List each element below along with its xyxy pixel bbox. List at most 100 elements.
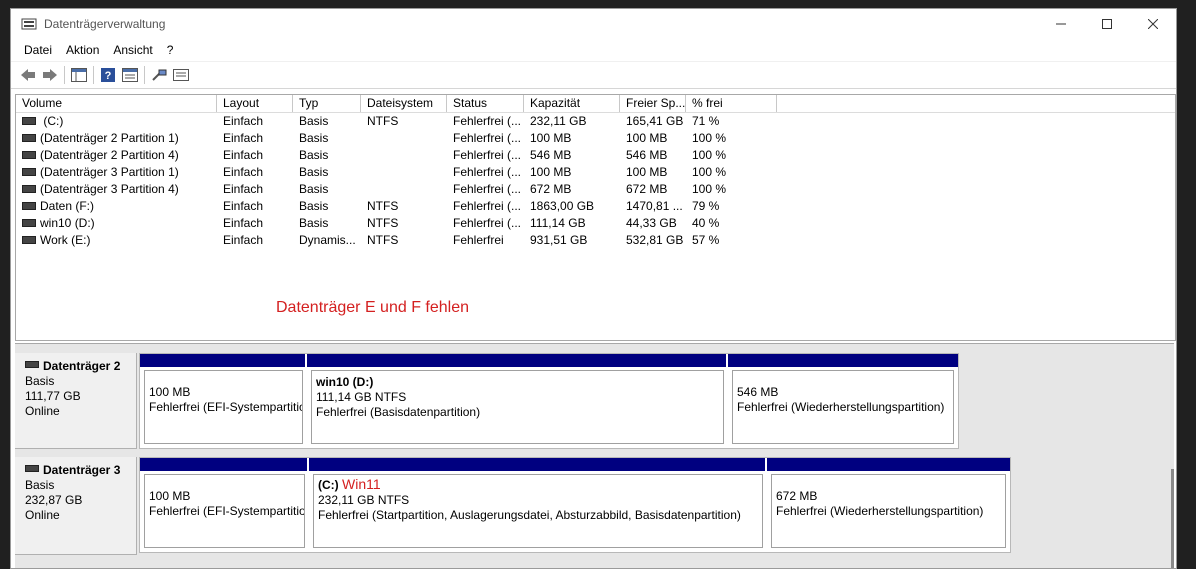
partition-c[interactable]: (C:) Win11 232,11 GB NTFS Fehlerfrei (St…: [309, 458, 767, 552]
volume-icon: [22, 167, 36, 176]
close-button[interactable]: [1130, 9, 1176, 39]
table-row[interactable]: Daten (F:) Einfach Basis NTFS Fehlerfrei…: [16, 198, 1175, 215]
column-percent-free[interactable]: % frei: [686, 95, 777, 112]
disk-3-partitions: 100 MB Fehlerfrei (EFI-Systempartition) …: [139, 457, 1011, 553]
volume-capacity: 100 MB: [530, 131, 572, 145]
volume-name: (Datenträger 2 Partition 1): [40, 131, 179, 145]
volume-capacity: 232,11 GB: [530, 114, 587, 128]
column-layout[interactable]: Layout: [217, 95, 293, 112]
disk-2-label[interactable]: Datenträger 2 Basis 111,77 GB Online: [15, 353, 137, 449]
maximize-button[interactable]: [1084, 9, 1130, 39]
volume-icon: [22, 201, 36, 210]
disk-type: Basis: [25, 478, 55, 492]
volume-capacity: 100 MB: [530, 165, 572, 179]
partition-bar: [140, 458, 309, 471]
volume-free-space: 546 MB: [626, 148, 668, 162]
menu-help[interactable]: ?: [160, 43, 181, 57]
partition-status: Fehlerfrei (EFI-Systempartition): [149, 400, 303, 414]
volume-capacity: 111,14 GB: [530, 216, 586, 230]
menu-action[interactable]: Aktion: [59, 43, 106, 57]
disk-graphical-view: Datenträger 2 Basis 111,77 GB Online 100…: [15, 343, 1174, 568]
toolbar-separator: [64, 66, 65, 84]
column-header-row: Volume Layout Typ Dateisystem Status Kap…: [16, 95, 1175, 113]
partition-recovery[interactable]: 546 MB Fehlerfrei (Wiederherstellungspar…: [728, 354, 958, 448]
volume-layout: Einfach: [223, 114, 264, 128]
vertical-scrollbar[interactable]: [1171, 469, 1174, 568]
table-row[interactable]: (C:) Einfach Basis NTFS Fehlerfrei (... …: [16, 113, 1175, 130]
volume-icon: [22, 133, 36, 142]
volume-name: win10 (D:): [40, 216, 95, 230]
volume-free-space: 100 MB: [626, 165, 668, 179]
menu-bar: Datei Aktion Ansicht ?: [11, 39, 1176, 61]
partition-size: 111,14 GB NTFS: [316, 390, 407, 404]
forward-button[interactable]: [39, 64, 61, 86]
disk-status: Online: [25, 404, 60, 418]
column-free-space[interactable]: Freier Sp...: [620, 95, 686, 112]
volume-icon: [22, 218, 36, 227]
table-row[interactable]: (Datenträger 3 Partition 1) Einfach Basi…: [16, 164, 1175, 181]
volume-icon: [22, 235, 36, 244]
volume-name: (Datenträger 3 Partition 1): [40, 165, 179, 179]
partition-name: (C:): [318, 478, 339, 492]
annotation-win11: Win11: [342, 476, 381, 492]
partition-size: 672 MB: [776, 489, 818, 503]
volume-status: Fehlerfrei: [453, 233, 504, 247]
volume-name: (C:): [40, 114, 64, 128]
column-status[interactable]: Status: [447, 95, 524, 112]
column-filesystem[interactable]: Dateisystem: [361, 95, 447, 112]
volume-type: Dynamis...: [299, 233, 356, 247]
partition-status: Fehlerfrei (Wiederherstellungspartition): [737, 400, 945, 414]
table-row[interactable]: (Datenträger 2 Partition 4) Einfach Basi…: [16, 147, 1175, 164]
volume-icon: [22, 150, 36, 159]
column-capacity[interactable]: Kapazität: [524, 95, 620, 112]
svg-text:?: ?: [105, 70, 112, 82]
minimize-button[interactable]: [1038, 9, 1084, 39]
partition-bar: [140, 354, 307, 367]
help-button[interactable]: ?: [97, 64, 119, 86]
properties-button[interactable]: [119, 64, 141, 86]
partition-efi[interactable]: 100 MB Fehlerfrei (EFI-Systempartition): [140, 354, 307, 448]
volume-capacity: 672 MB: [530, 182, 572, 196]
disk-2-partitions: 100 MB Fehlerfrei (EFI-Systempartition) …: [139, 353, 959, 449]
disk-name: Datenträger 2: [43, 359, 121, 373]
volume-status: Fehlerfrei (...: [453, 199, 522, 213]
settings-button[interactable]: [170, 64, 192, 86]
column-volume[interactable]: Volume: [16, 95, 217, 112]
table-row[interactable]: (Datenträger 2 Partition 1) Einfach Basi…: [16, 130, 1175, 147]
back-button[interactable]: [17, 64, 39, 86]
volume-percent-free: 79 %: [692, 199, 720, 213]
volume-percent-free: 100 %: [692, 182, 727, 196]
volume-status: Fehlerfrei (...: [453, 131, 522, 145]
disk-icon: [25, 465, 39, 473]
volume-filesystem: [361, 164, 447, 181]
menu-view[interactable]: Ansicht: [106, 43, 159, 57]
column-type[interactable]: Typ: [293, 95, 361, 112]
volume-status: Fehlerfrei (...: [453, 165, 522, 179]
partition-recovery[interactable]: 672 MB Fehlerfrei (Wiederherstellungspar…: [767, 458, 1010, 552]
partition-bar: [728, 354, 958, 367]
table-row[interactable]: win10 (D:) Einfach Basis NTFS Fehlerfrei…: [16, 215, 1175, 232]
list-settings-icon: [173, 69, 189, 81]
volume-type: Basis: [299, 199, 329, 213]
rescan-icon: [152, 69, 167, 81]
rescan-button[interactable]: [148, 64, 170, 86]
console-tree-button[interactable]: [68, 64, 90, 86]
partition-win10[interactable]: win10 (D:) 111,14 GB NTFS Fehlerfrei (Ba…: [307, 354, 728, 448]
menu-file[interactable]: Datei: [17, 43, 59, 57]
volume-type: Basis: [299, 148, 329, 162]
disk-size: 111,77 GB: [25, 389, 81, 403]
back-arrow-icon: [21, 69, 35, 81]
partition-size: 100 MB: [149, 385, 191, 399]
forward-arrow-icon: [43, 69, 57, 81]
close-icon: [1148, 19, 1158, 29]
volume-type: Basis: [299, 216, 329, 230]
disk-management-window: Datenträgerverwaltung Datei Aktion Ansic…: [10, 8, 1177, 569]
disk-3-label[interactable]: Datenträger 3 Basis 232,87 GB Online: [15, 457, 137, 555]
partition-efi[interactable]: 100 MB Fehlerfrei (EFI-Systempartition): [140, 458, 309, 552]
volume-icon: [22, 116, 36, 125]
volume-free-space: 100 MB: [626, 131, 668, 145]
volume-free-space: 672 MB: [626, 182, 668, 196]
table-row[interactable]: Work (E:) Einfach Dynamis... NTFS Fehler…: [16, 232, 1175, 249]
table-row[interactable]: (Datenträger 3 Partition 4) Einfach Basi…: [16, 181, 1175, 198]
partition-bar: [307, 354, 728, 367]
